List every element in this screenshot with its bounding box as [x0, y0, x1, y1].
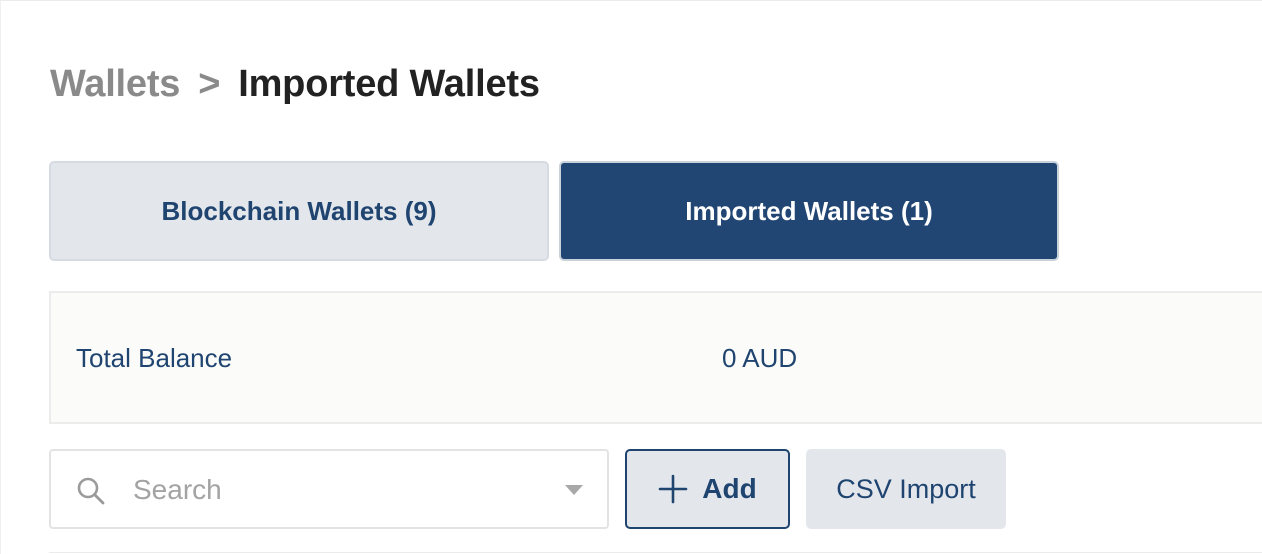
wallet-tabs: Blockchain Wallets (9) Imported Wallets …	[49, 161, 1059, 261]
search-select[interactable]	[49, 449, 609, 529]
tab-imported-wallets[interactable]: Imported Wallets (1)	[559, 161, 1059, 261]
total-balance-card: Total Balance 0 AUD	[49, 291, 1262, 424]
imported-wallets-page: Wallets > Imported Wallets Blockchain Wa…	[0, 0, 1262, 554]
total-balance-label: Total Balance	[76, 343, 233, 373]
csv-import-button[interactable]: CSV Import	[806, 449, 1006, 529]
breadcrumb: Wallets > Imported Wallets	[50, 59, 540, 109]
divider	[49, 552, 1262, 553]
chevron-down-icon[interactable]	[565, 485, 583, 495]
tab-blockchain-wallets[interactable]: Blockchain Wallets (9)	[49, 161, 549, 261]
search-icon	[77, 477, 105, 505]
breadcrumb-wallets-link[interactable]: Wallets	[50, 63, 180, 106]
total-balance-value: 0 AUD	[722, 343, 798, 373]
search-input[interactable]	[131, 469, 555, 511]
add-wallet-button[interactable]: Add	[625, 449, 790, 529]
page-title: Imported Wallets	[238, 62, 540, 105]
breadcrumb-separator: >	[198, 62, 221, 105]
plus-icon	[658, 474, 688, 504]
add-button-label: Add	[702, 473, 757, 504]
